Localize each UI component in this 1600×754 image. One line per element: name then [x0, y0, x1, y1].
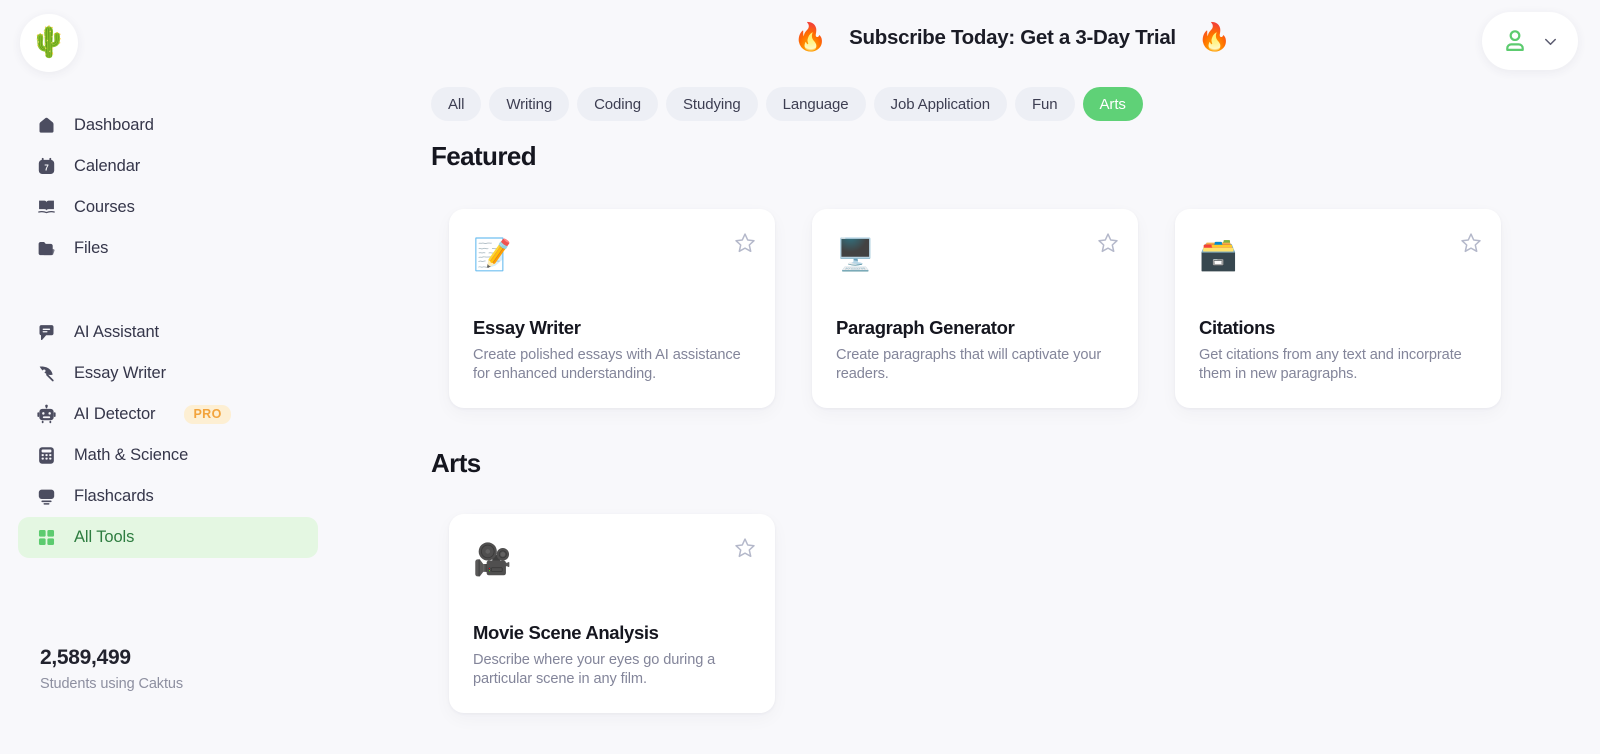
tool-card-citations[interactable]: 🗃️ Citations Get citations from any text…: [1175, 209, 1501, 408]
tab-writing[interactable]: Writing: [489, 87, 570, 121]
tab-studying[interactable]: Studying: [666, 87, 758, 121]
cactus-logo-glyph: 🌵: [30, 26, 68, 59]
sidebar-item-label: Files: [74, 239, 109, 257]
memo-pencil-icon: 📝: [473, 237, 512, 272]
pen-nib-icon: [36, 363, 57, 384]
pro-badge: PRO: [184, 404, 231, 425]
user-icon: [1501, 27, 1529, 55]
sidebar-item-files[interactable]: Files: [18, 228, 318, 269]
sidebar-item-essay-writer[interactable]: Essay Writer: [18, 353, 318, 394]
sidebar-item-calendar[interactable]: 7 Calendar: [18, 146, 318, 187]
sidebar-item-label: Calendar: [74, 157, 141, 175]
favorite-star-icon[interactable]: [1096, 231, 1120, 255]
sidebar-item-label: Courses: [74, 198, 135, 216]
sidebar-item-dashboard[interactable]: Dashboard: [18, 105, 318, 146]
flashcards-icon: [36, 486, 57, 507]
sidebar-item-math-science[interactable]: Math & Science: [18, 435, 318, 476]
calculator-icon: [36, 445, 57, 466]
students-count: 2,589,499: [40, 646, 131, 669]
app-root: 🌵 Dashboard 7 Calendar Courses Files AI …: [0, 0, 1600, 754]
tab-language[interactable]: Language: [765, 87, 866, 121]
favorite-star-icon[interactable]: [1459, 231, 1483, 255]
sidebar-item-label: AI Assistant: [74, 323, 160, 341]
students-stats: 2,589,499 Students using Caktus: [40, 646, 183, 692]
tool-card-essay-writer[interactable]: 📝 Essay Writer Create polished essays wi…: [449, 209, 775, 408]
students-caption: Students using Caktus: [40, 676, 183, 692]
folder-icon: [36, 238, 57, 259]
chevron-down-icon: [1541, 32, 1560, 51]
tool-description: Get citations from any text and incorpra…: [1199, 347, 1462, 383]
tab-coding[interactable]: Coding: [577, 87, 659, 121]
calendar-icon: 7: [36, 156, 57, 177]
section-title-featured: Featured: [431, 141, 537, 171]
book-icon: [36, 197, 57, 218]
tool-name: Citations: [1199, 317, 1275, 338]
sidebar-item-flashcards[interactable]: Flashcards: [18, 476, 318, 517]
sidebar-item-all-tools[interactable]: All Tools: [18, 517, 318, 558]
topbar: 🔥 Subscribe Today: Get a 3-Day Trial 🔥: [425, 0, 1600, 84]
sidebar-nav-tools: AI Assistant Essay Writer AI Detector PR…: [18, 312, 318, 558]
tab-fun[interactable]: Fun: [1014, 87, 1075, 121]
sidebar: 🌵 Dashboard 7 Calendar Courses Files AI …: [0, 0, 425, 754]
tool-card-paragraph-generator[interactable]: 🖥️ Paragraph Generator Create paragraphs…: [812, 209, 1138, 408]
fire-icon: 🔥: [1197, 22, 1232, 52]
tool-name: Paragraph Generator: [836, 317, 1015, 338]
sidebar-item-label: Math & Science: [74, 446, 189, 464]
tool-name: Movie Scene Analysis: [473, 622, 659, 643]
tool-card-movie-scene-analysis[interactable]: 🎥 Movie Scene Analysis Describe where yo…: [449, 514, 775, 713]
sidebar-item-ai-assistant[interactable]: AI Assistant: [18, 312, 318, 353]
tool-name: Essay Writer: [473, 317, 581, 338]
arts-card-grid: 🎥 Movie Scene Analysis Describe where yo…: [449, 514, 775, 713]
main-content: 🔥 Subscribe Today: Get a 3-Day Trial 🔥 A…: [425, 0, 1600, 754]
category-filter-tabs: All Writing Coding Studying Language Job…: [431, 87, 1143, 121]
favorite-star-icon[interactable]: [733, 231, 757, 255]
promo-text: Subscribe Today: Get a 3-Day Trial: [849, 25, 1176, 49]
account-menu-button[interactable]: [1482, 12, 1578, 70]
sidebar-item-label: Flashcards: [74, 487, 154, 505]
tab-job-application[interactable]: Job Application: [873, 87, 1007, 121]
featured-card-grid: 📝 Essay Writer Create polished essays wi…: [449, 209, 1501, 408]
sidebar-nav-primary: Dashboard 7 Calendar Courses Files: [18, 105, 318, 269]
grid-icon: [36, 527, 57, 548]
sidebar-item-label: Dashboard: [74, 116, 154, 134]
robot-icon: [36, 404, 57, 425]
home-icon: [36, 115, 57, 136]
card-file-box-icon: 🗃️: [1199, 237, 1238, 272]
section-title-arts: Arts: [431, 448, 481, 478]
sidebar-item-label: AI Detector: [74, 405, 156, 423]
sidebar-item-label: All Tools: [74, 528, 135, 546]
sidebar-item-label: Essay Writer: [74, 364, 167, 382]
fire-icon: 🔥: [793, 22, 828, 52]
tool-description: Create polished essays with AI assistanc…: [473, 347, 741, 383]
tab-all[interactable]: All: [431, 87, 482, 121]
promo-banner[interactable]: 🔥 Subscribe Today: Get a 3-Day Trial 🔥: [425, 24, 1600, 51]
movie-camera-icon: 🎥: [473, 542, 512, 577]
chat-bubble-icon: [36, 322, 57, 343]
sidebar-item-ai-detector[interactable]: AI Detector PRO: [18, 394, 318, 435]
sidebar-item-courses[interactable]: Courses: [18, 187, 318, 228]
desktop-memo-icon: 🖥️: [836, 237, 875, 272]
tool-description: Describe where your eyes go during a par…: [473, 652, 716, 688]
tab-arts[interactable]: Arts: [1082, 87, 1143, 121]
tool-description: Create paragraphs that will captivate yo…: [836, 347, 1102, 383]
favorite-star-icon[interactable]: [733, 536, 757, 560]
cactus-logo[interactable]: 🌵: [20, 14, 78, 72]
svg-text:7: 7: [44, 163, 49, 172]
